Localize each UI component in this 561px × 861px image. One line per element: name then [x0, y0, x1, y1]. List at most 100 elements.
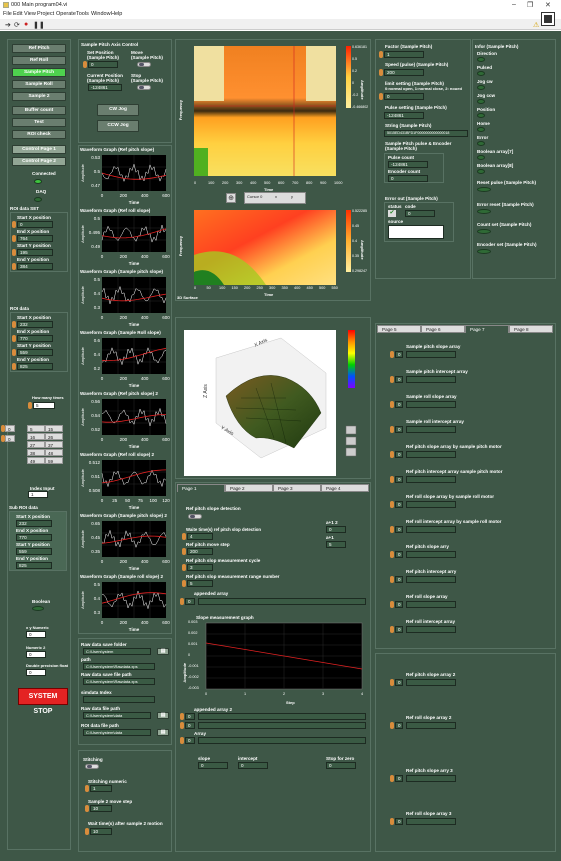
table-cell[interactable]: 27: [27, 441, 45, 448]
slope-graph[interactable]: [184, 621, 366, 703]
system-stop-button[interactable]: SYSTEM STOP: [18, 688, 68, 715]
array-index[interactable]: 0: [395, 501, 403, 508]
array-index-stepper[interactable]: [390, 601, 394, 608]
menu-file[interactable]: File: [3, 11, 12, 17]
roi-data-start-y-stepper[interactable]: [12, 349, 16, 356]
waveform-graph[interactable]: 0.53 0.5 0.47 0 200 400 600 Time Amplitude: [80, 153, 170, 205]
sample-roll-button[interactable]: Sample Roll: [12, 80, 66, 89]
wait-time-field[interactable]: 4: [187, 533, 213, 540]
roi-data-end-x-stepper[interactable]: [12, 335, 16, 342]
table-cell[interactable]: 15: [45, 425, 63, 432]
menu-tools[interactable]: Tools: [76, 11, 89, 17]
minimize-button[interactable]: –: [512, 1, 516, 8]
crosshair-tool-icon[interactable]: ⊕: [226, 193, 236, 203]
array-index[interactable]: 0: [395, 626, 403, 633]
array-index[interactable]: 0: [395, 551, 403, 558]
roi-set-end-x-field[interactable]: 764: [17, 235, 53, 242]
limit-field[interactable]: 0: [384, 93, 424, 100]
how-many-times-stepper[interactable]: [28, 402, 32, 409]
roi-data-start-x-field[interactable]: 232: [17, 321, 53, 328]
array-index[interactable]: 0: [185, 737, 195, 744]
speed-stepper[interactable]: [379, 69, 383, 76]
array-index[interactable]: 0: [395, 601, 403, 608]
set-position-field[interactable]: 0: [88, 61, 118, 68]
menu-operate[interactable]: Operate: [56, 11, 76, 17]
raw-folder-browse-button[interactable]: ▤: [157, 648, 169, 655]
table-cell[interactable]: 48: [45, 449, 63, 456]
detection-toggle[interactable]: [188, 514, 202, 519]
move-toggle[interactable]: [137, 62, 151, 67]
surface-3d-graph[interactable]: [176, 318, 370, 478]
array-index-stepper[interactable]: [390, 476, 394, 483]
menu-view[interactable]: View: [24, 11, 36, 17]
control-page-1-button[interactable]: Control Page 1: [12, 145, 66, 154]
tab-page-2[interactable]: Page 2: [225, 484, 273, 492]
array-index[interactable]: 0: [395, 451, 403, 458]
tab-page-7[interactable]: Page 7: [465, 325, 509, 333]
pause-icon[interactable]: ❚❚: [33, 21, 45, 29]
roi-set-start-y-stepper[interactable]: [12, 249, 16, 256]
stitching-numeric-field[interactable]: 1: [90, 785, 112, 792]
table-cell[interactable]: 16: [27, 433, 45, 440]
roi-data-end-y-stepper[interactable]: [12, 363, 16, 370]
waveform-graph[interactable]: 0.5 0.495 0.49 0 200 400 600 Time Amplitude: [80, 214, 170, 266]
table-row-index[interactable]: 0: [5, 425, 15, 432]
raw-data-path-field[interactable]: C:\Users\ystem\data: [83, 712, 151, 719]
table-cell[interactable]: 38: [27, 449, 45, 456]
roi-data-end-y-field[interactable]: 825: [17, 363, 53, 370]
array-index-stepper[interactable]: [390, 351, 394, 358]
count-set-button[interactable]: [477, 229, 491, 234]
array-index-stepper[interactable]: [390, 679, 394, 686]
wait-after-field[interactable]: 10: [90, 828, 112, 835]
array-index[interactable]: 0: [395, 775, 403, 782]
array-index-stepper[interactable]: [390, 526, 394, 533]
cw-jog-button[interactable]: CW Jog: [97, 104, 139, 116]
rotate-icon[interactable]: [345, 425, 357, 435]
table-cell[interactable]: 59: [45, 457, 63, 464]
test-button[interactable]: Test: [12, 118, 66, 127]
array-index[interactable]: 0: [395, 476, 403, 483]
waveform-graph[interactable]: 0.5 0.4 0.3 0 200 400 600 Time Amplitude: [80, 275, 170, 327]
roi-set-end-y-stepper[interactable]: [12, 263, 16, 270]
table-cell[interactable]: 49: [27, 457, 45, 464]
reset-pulse-button[interactable]: [477, 187, 491, 192]
raw-data-path-browse-button[interactable]: ▤: [157, 712, 169, 719]
array-index-stepper[interactable]: [390, 626, 394, 633]
move-step-field[interactable]: 200: [187, 548, 213, 555]
raw-folder-field[interactable]: C:\Users\ystem: [83, 648, 151, 655]
pan-icon[interactable]: [345, 447, 357, 457]
stop-toggle[interactable]: [137, 85, 151, 90]
double-float-field[interactable]: 0: [26, 669, 46, 676]
speed-field[interactable]: 200: [384, 69, 424, 76]
roi-set-start-x-field[interactable]: 0: [17, 221, 53, 228]
array-index[interactable]: 0: [395, 376, 403, 383]
roi-data-start-x-stepper[interactable]: [12, 321, 16, 328]
array-index[interactable]: 0: [395, 722, 403, 729]
roi-data-end-x-field[interactable]: 770: [17, 335, 53, 342]
maximize-button[interactable]: ❐: [527, 1, 533, 9]
array-index[interactable]: 0: [395, 401, 403, 408]
tab-page-8[interactable]: Page 8: [509, 325, 553, 333]
array-index[interactable]: 0: [395, 818, 403, 825]
appended-array-2-index[interactable]: 0: [185, 713, 195, 720]
array-index-stepper[interactable]: [390, 551, 394, 558]
roi-set-end-x-stepper[interactable]: [12, 235, 16, 242]
menu-project[interactable]: Project: [37, 11, 54, 17]
cycle-field[interactable]: 3: [187, 564, 213, 571]
stitching-numeric-stepper[interactable]: [85, 785, 89, 792]
cycle-stepper[interactable]: [182, 564, 186, 571]
run-arrow-icon[interactable]: ➔: [5, 21, 11, 29]
waveform-graph[interactable]: 0.6 0.4 0.2 0 200 400 600 Time Amplitude: [80, 336, 170, 388]
sample2-step-field[interactable]: 10: [90, 805, 112, 812]
array-index-stepper[interactable]: [390, 451, 394, 458]
sample2-step-stepper[interactable]: [85, 805, 89, 812]
factor-field[interactable]: 1: [384, 51, 424, 58]
ref-pitch-button[interactable]: Ref Pitch: [12, 44, 66, 53]
range-stepper[interactable]: [182, 580, 186, 587]
tab-page-3[interactable]: Page 3: [273, 484, 321, 492]
array-index-stepper[interactable]: [390, 576, 394, 583]
buffer-count-button[interactable]: Buffer count: [12, 106, 66, 115]
limit-stepper[interactable]: [379, 93, 383, 100]
tab-page-5[interactable]: Page 5: [377, 325, 421, 333]
range-field[interactable]: 5: [187, 580, 213, 587]
